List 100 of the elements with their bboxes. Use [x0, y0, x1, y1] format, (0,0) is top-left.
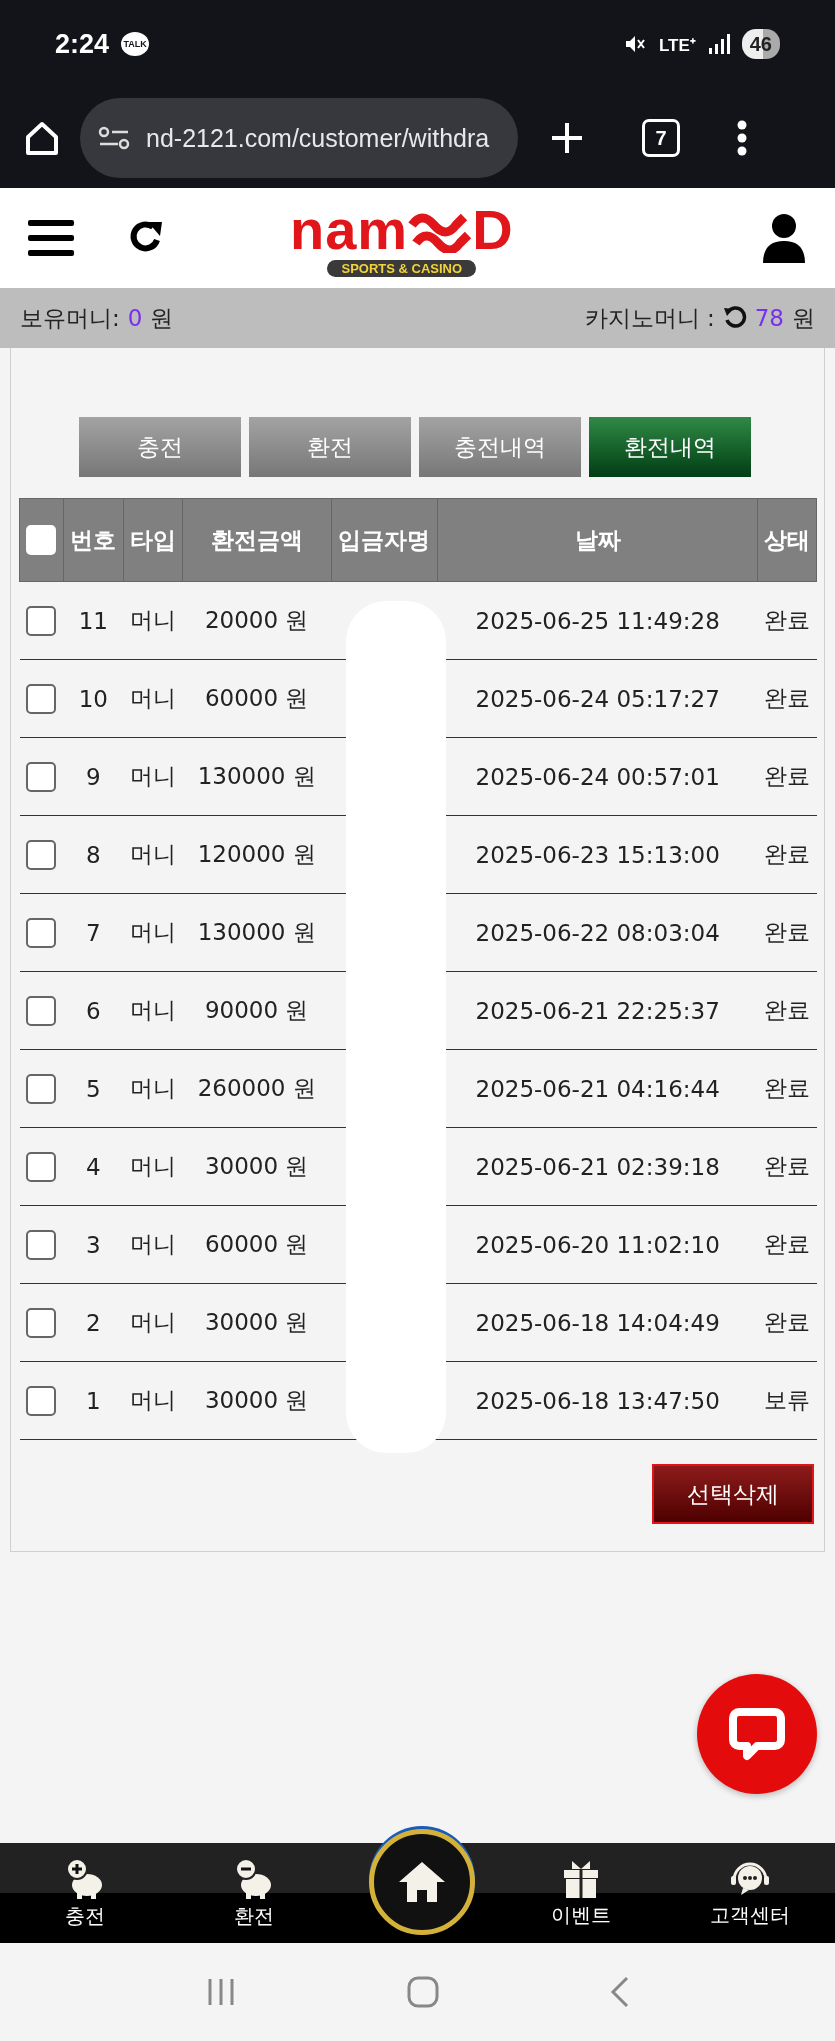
tab-count-button[interactable]: 7: [642, 119, 680, 157]
table-cell: 2025-06-21 04:16:44: [475, 1075, 720, 1102]
table-cell: 60000 원: [204, 685, 309, 711]
table-cell: 120000 원: [197, 841, 316, 867]
row-checkbox[interactable]: [26, 605, 57, 636]
tab[interactable]: 환전내역: [588, 417, 751, 477]
nav-item[interactable]: 이벤트: [496, 1843, 666, 1943]
column-header: 날짜: [574, 526, 621, 553]
table-cell: 2025-06-22 08:03:04: [475, 919, 720, 946]
money-label: 보유머니:: [20, 303, 120, 333]
column-header: 번호: [70, 526, 117, 553]
casino-money-value: 78: [754, 305, 784, 331]
table-cell: 6: [86, 997, 101, 1024]
table-cell: 머니: [129, 1309, 176, 1335]
chat-bubble-icon: [729, 1706, 785, 1762]
table-cell: 머니: [129, 1075, 176, 1101]
table-cell: 20000 원: [204, 607, 309, 633]
table-cell: 1: [86, 1387, 101, 1414]
nav-item[interactable]: 고객센터: [665, 1843, 835, 1943]
more-menu-icon[interactable]: [736, 120, 748, 156]
table-cell: 머니: [129, 1153, 176, 1179]
table-cell: 11: [78, 607, 108, 634]
network-type: LTE⁺: [658, 34, 696, 56]
table-cell: 2025-06-24 05:17:27: [475, 685, 720, 712]
table-cell: 2025-06-21 02:39:18: [475, 1153, 720, 1180]
address-bar[interactable]: nd-2121.com/customer/withdra: [80, 98, 518, 178]
table-cell: 2025-06-20 11:02:10: [475, 1231, 720, 1258]
column-header: 상태: [764, 526, 810, 553]
table-cell: 60000 원: [204, 1231, 309, 1257]
currency-unit: 원: [792, 303, 815, 333]
table-cell: 30000 원: [204, 1387, 309, 1413]
signal-icon: [707, 33, 730, 55]
table-cell: 5: [86, 1075, 101, 1102]
table-cell: 2025-06-21 22:25:37: [475, 997, 720, 1024]
new-tab-icon[interactable]: [550, 121, 584, 155]
battery-level: 46: [741, 29, 780, 59]
table-cell: 머니: [129, 919, 176, 945]
table-cell: 머니: [129, 997, 176, 1023]
table-cell: 4: [86, 1153, 101, 1180]
row-checkbox[interactable]: [26, 839, 57, 870]
row-checkbox[interactable]: [26, 1073, 57, 1104]
table-cell: 머니: [129, 1231, 176, 1257]
row-checkbox[interactable]: [26, 761, 57, 792]
delete-selected-button[interactable]: 선택삭제: [652, 1464, 814, 1524]
user-icon[interactable]: [761, 213, 807, 263]
table-cell: 완료: [764, 685, 810, 711]
table-cell: 2025-06-18 14:04:49: [475, 1309, 720, 1336]
menu-icon[interactable]: [28, 218, 74, 258]
home-icon: [397, 1860, 447, 1904]
row-checkbox[interactable]: [26, 917, 57, 948]
column-header: 환전금액: [210, 526, 303, 553]
select-all-checkbox[interactable]: [26, 525, 57, 555]
table-cell: 완료: [764, 919, 810, 945]
chat-notification-icon: TALK: [121, 32, 150, 56]
table-cell: 머니: [129, 685, 176, 711]
table-cell: 130000 원: [197, 919, 316, 945]
clock-time: 2:24: [55, 28, 110, 60]
table-cell: 머니: [129, 607, 176, 633]
table-cell: 2025-06-18 13:47:50: [475, 1387, 720, 1414]
table-cell: 2025-06-24 00:57:01: [475, 763, 720, 790]
back-icon[interactable]: [609, 1976, 630, 2008]
table-cell: 완료: [764, 1153, 810, 1179]
row-checkbox[interactable]: [26, 683, 57, 714]
logo-wordmark: D: [472, 202, 514, 258]
table-cell: 2025-06-23 15:13:00: [475, 841, 720, 868]
table-cell: 머니: [129, 763, 176, 789]
refresh-icon[interactable]: [722, 306, 747, 330]
table-cell: 완료: [764, 841, 810, 867]
table-cell: 9: [86, 763, 101, 790]
table-cell: 보류: [764, 1387, 810, 1413]
table-cell: 260000 원: [197, 1075, 316, 1101]
table-cell: 2: [86, 1309, 101, 1336]
casino-money-label: 카지노머니 :: [584, 303, 715, 333]
nav-item[interactable]: 환전: [169, 1843, 339, 1943]
logo-wordmark: nam: [290, 202, 409, 258]
row-checkbox[interactable]: [26, 1229, 57, 1260]
table-cell: 3: [86, 1231, 101, 1258]
table-cell: 2025-06-25 11:49:28: [475, 607, 720, 634]
live-chat-button[interactable]: [697, 1674, 817, 1794]
logo-tagline: SPORTS & CASINO: [327, 260, 477, 277]
table-cell: 130000 원: [197, 763, 316, 789]
currency-unit: 원: [150, 303, 174, 333]
column-header: 타입: [129, 526, 176, 553]
site-settings-icon[interactable]: [98, 126, 130, 150]
nav-item[interactable]: 충전: [0, 1843, 170, 1943]
url-text: nd-2121.com/customer/withdra: [146, 123, 490, 153]
table-cell: 머니: [129, 1387, 176, 1413]
table-cell: 완료: [764, 997, 810, 1023]
table-cell: 머니: [129, 841, 176, 867]
table-cell: 8: [86, 841, 101, 868]
row-checkbox[interactable]: [26, 995, 57, 1026]
row-checkbox[interactable]: [26, 1151, 57, 1182]
row-checkbox[interactable]: [26, 1307, 57, 1338]
table-cell: 완료: [764, 607, 810, 633]
row-checkbox[interactable]: [26, 1385, 57, 1416]
table-cell: 7: [86, 919, 101, 946]
table-cell: 30000 원: [204, 1309, 309, 1335]
table-cell: 완료: [764, 1075, 810, 1101]
table-cell: 완료: [764, 763, 810, 789]
money-value: 0: [127, 305, 143, 331]
